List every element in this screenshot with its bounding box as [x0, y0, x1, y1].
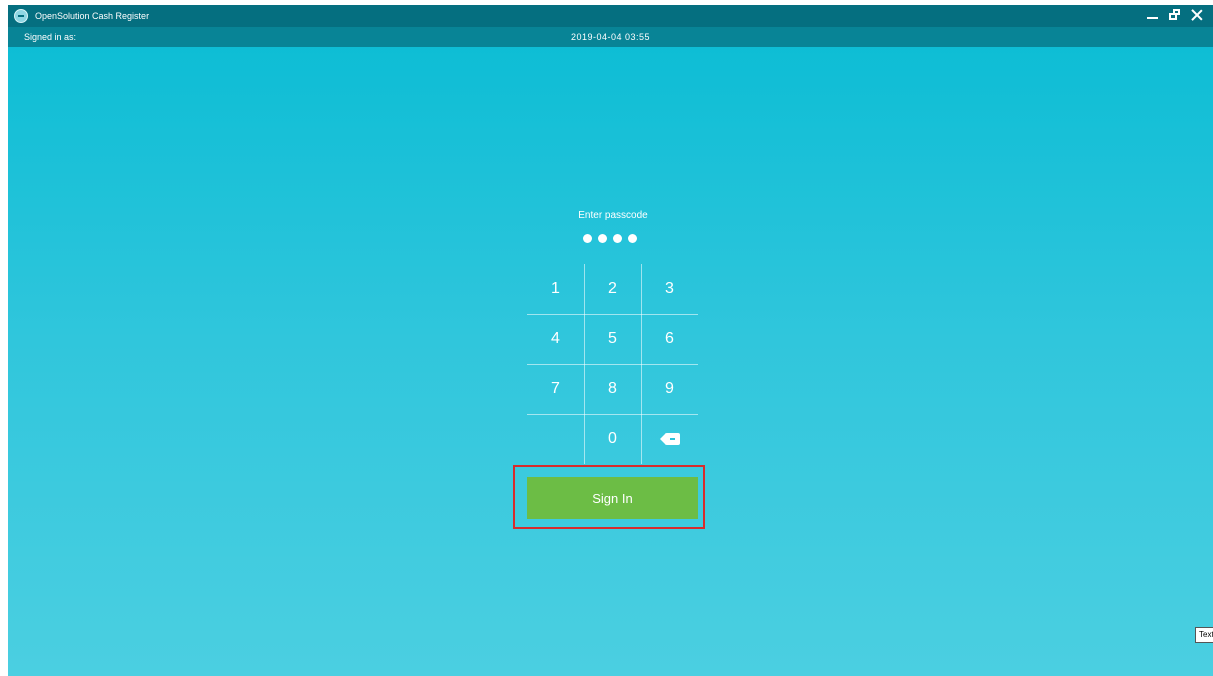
backspace-icon — [659, 433, 680, 445]
window-controls — [1145, 7, 1205, 23]
key-1[interactable]: 1 — [527, 264, 584, 314]
title-bar: OpenSolution Cash Register — [8, 5, 1213, 27]
restore-icon[interactable] — [1167, 7, 1183, 23]
key-9[interactable]: 9 — [641, 364, 698, 414]
passcode-dot — [598, 234, 607, 243]
cash-register-window: OpenSolution Cash Register Signed in as:… — [8, 5, 1213, 676]
key-empty — [527, 414, 584, 464]
sign-in-button[interactable]: Sign In — [527, 477, 698, 519]
key-0[interactable]: 0 — [584, 414, 641, 464]
close-icon[interactable] — [1189, 7, 1205, 23]
key-5[interactable]: 5 — [584, 314, 641, 364]
date-time: 2019-04-04 03:55 — [571, 32, 651, 42]
key-3[interactable]: 3 — [641, 264, 698, 314]
app-title: OpenSolution Cash Register — [35, 11, 150, 21]
text-tooltip: Text — [1195, 627, 1213, 643]
numeric-keypad: 1 2 3 4 5 6 7 8 9 0 — [527, 264, 698, 464]
key-4[interactable]: 4 — [527, 314, 584, 364]
signed-in-label: Signed in as: — [24, 32, 77, 42]
passcode-dot — [613, 234, 622, 243]
passcode-prompt: Enter passcode — [578, 210, 648, 221]
key-6[interactable]: 6 — [641, 314, 698, 364]
status-bar: Signed in as: 2019-04-04 03:55 — [8, 27, 1213, 47]
key-2[interactable]: 2 — [584, 264, 641, 314]
key-8[interactable]: 8 — [584, 364, 641, 414]
passcode-dot — [628, 234, 637, 243]
app-logo-icon — [14, 9, 28, 23]
passcode-dot — [583, 234, 592, 243]
minimize-icon[interactable] — [1145, 7, 1161, 23]
backspace-button[interactable] — [641, 414, 698, 464]
passcode-dots — [583, 234, 637, 243]
key-7[interactable]: 7 — [527, 364, 584, 414]
